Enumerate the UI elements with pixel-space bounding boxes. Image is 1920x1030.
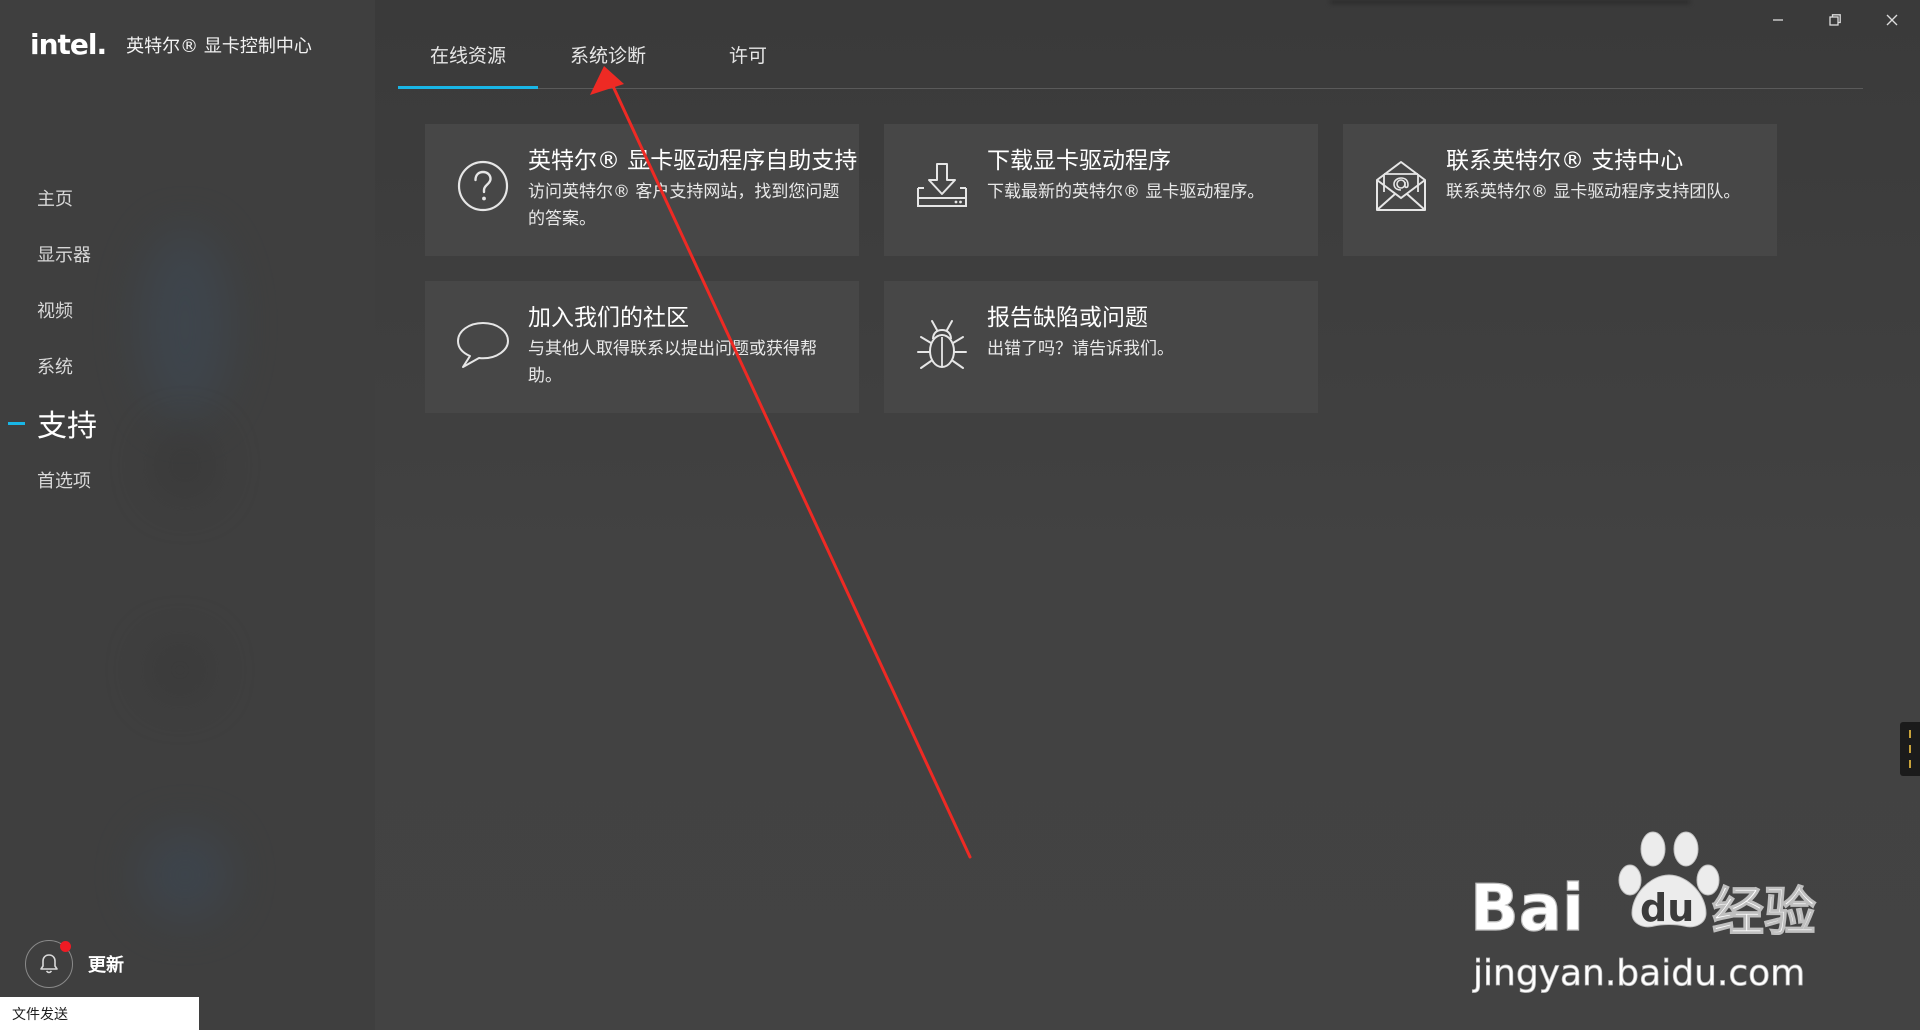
card-self-help-support[interactable]: 英特尔® 显卡驱动程序自助支持 访问英特尔® 客户支持网站，找到您问题的答案。 — [425, 124, 859, 256]
intel-logo: intel. — [30, 28, 107, 61]
watermark-brand-du: du — [1640, 886, 1694, 930]
close-button[interactable] — [1863, 0, 1920, 40]
sidebar-item-display[interactable]: 显示器 — [0, 226, 375, 282]
tab-bar: 在线资源 系统诊断 许可 — [398, 42, 1863, 89]
top-shadow — [1330, 0, 1690, 4]
envelope-at-icon — [1376, 161, 1426, 211]
sidebar-item-support[interactable]: 支持 — [0, 394, 375, 452]
handle-tick — [1909, 745, 1911, 753]
sidebar: intel. 英特尔® 显卡控制中心 主页 显示器 视频 系统 支持 首选项 更… — [0, 0, 375, 1030]
card-description: 出错了吗？请告诉我们。 — [987, 339, 1174, 359]
background-blur — [150, 640, 210, 700]
app-brand: intel. 英特尔® 显卡控制中心 — [30, 28, 312, 61]
card-join-community[interactable]: 加入我们的社区 与其他人取得联系以提出问题或获得帮助。 — [425, 281, 859, 413]
sidebar-item-label: 视频 — [37, 301, 73, 322]
bell-icon — [25, 940, 73, 988]
card-title: 联系英特尔® 支持中心 — [1446, 148, 1684, 174]
sidebar-item-label: 系统 — [37, 357, 73, 378]
sidebar-item-video[interactable]: 视频 — [0, 282, 375, 338]
card-contact-support[interactable]: 联系英特尔® 支持中心 联系英特尔® 显卡驱动程序支持团队。 — [1343, 124, 1777, 256]
update-button[interactable]: 更新 — [25, 940, 124, 988]
baidu-jingyan-watermark: Bai du 经验 jingyan.baidu.com — [1470, 831, 1817, 994]
sidebar-item-label: 主页 — [37, 189, 73, 210]
restore-button[interactable] — [1806, 0, 1863, 40]
card-title: 英特尔® 显卡驱动程序自助支持 — [528, 148, 858, 174]
sidebar-nav: 主页 显示器 视频 系统 支持 首选项 — [0, 170, 375, 508]
sidebar-item-label: 显示器 — [37, 245, 91, 266]
card-title: 加入我们的社区 — [528, 305, 689, 331]
tab-system-diagnostics[interactable]: 系统诊断 — [538, 42, 678, 88]
notification-dot — [60, 941, 71, 952]
handle-tick — [1909, 760, 1911, 768]
intel-graphics-control-center-window: intel. 英特尔® 显卡控制中心 主页 显示器 视频 系统 支持 首选项 更… — [0, 0, 1920, 1030]
card-description: 联系英特尔® 显卡驱动程序支持团队。 — [1446, 182, 1741, 202]
speech-bubble-icon — [457, 322, 509, 368]
card-download-driver[interactable]: 下载显卡驱动程序 下载最新的英特尔® 显卡驱动程序。 — [884, 124, 1318, 256]
minimize-button[interactable] — [1749, 0, 1806, 40]
download-tray-icon — [917, 163, 967, 207]
question-circle-icon — [457, 160, 509, 212]
sidebar-item-label: 首选项 — [37, 471, 91, 492]
watermark-url: jingyan.baidu.com — [1472, 953, 1805, 994]
update-label: 更新 — [88, 955, 124, 976]
restore-icon — [1828, 14, 1841, 26]
active-indicator — [8, 422, 25, 425]
card-report-issue[interactable]: 报告缺陷或问题 出错了吗？请告诉我们。 — [884, 281, 1318, 413]
card-description: 访问英特尔® 客户支持网站，找到您问题的答案。 — [528, 182, 840, 229]
sidebar-item-label: 支持 — [37, 409, 97, 444]
watermark-brand: Bai — [1470, 872, 1584, 946]
close-icon — [1886, 14, 1897, 26]
minimize-icon — [1772, 19, 1783, 21]
background-blur — [140, 830, 230, 920]
sidebar-item-home[interactable]: 主页 — [0, 170, 375, 226]
card-title: 下载显卡驱动程序 — [987, 148, 1171, 174]
watermark-brand-suffix: 经验 — [1712, 883, 1816, 943]
file-send-tooltip: 文件发送 — [0, 997, 199, 1030]
card-description: 与其他人取得联系以提出问题或获得帮助。 — [528, 339, 817, 386]
app-title: 英特尔® 显卡控制中心 — [126, 35, 312, 57]
handle-tick — [1909, 730, 1911, 738]
sidebar-item-system[interactable]: 系统 — [0, 338, 375, 394]
tab-online-resources[interactable]: 在线资源 — [398, 42, 538, 89]
card-title: 报告缺陷或问题 — [987, 305, 1148, 331]
bug-icon — [917, 320, 967, 369]
card-description: 下载最新的英特尔® 显卡驱动程序。 — [987, 182, 1265, 202]
side-handle[interactable] — [1900, 722, 1920, 776]
sidebar-item-preferences[interactable]: 首选项 — [0, 452, 375, 508]
window-controls — [1749, 0, 1920, 40]
tab-license[interactable]: 许可 — [678, 42, 818, 88]
